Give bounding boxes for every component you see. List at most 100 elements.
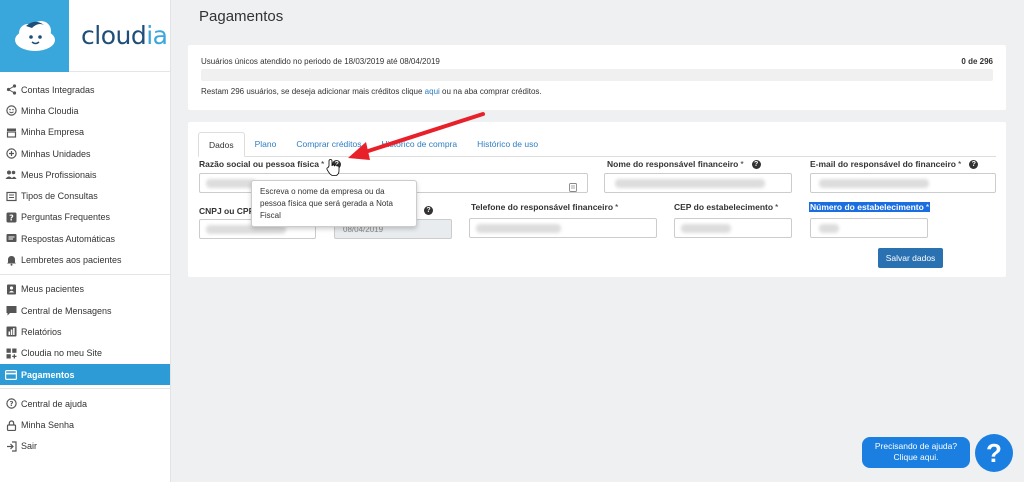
telefone-responsavel-input[interactable] <box>469 218 657 238</box>
sidebar-item-label: Central de ajuda <box>21 398 88 409</box>
sidebar: cloudia Contas Integradas Minha Cloudia … <box>0 0 171 482</box>
lock-icon <box>5 419 17 431</box>
razao-social-label: Razão social ou pessoa física * ? <box>199 159 342 169</box>
sidebar-item-minha-senha[interactable]: Minha Senha <box>0 414 170 435</box>
numero-estabelecimento-input[interactable] <box>810 218 928 238</box>
sidebar-item-minhas-unidades[interactable]: Minhas Unidades <box>0 143 170 164</box>
redacted-value <box>681 224 731 233</box>
redacted-value <box>206 179 256 188</box>
help-question-icon[interactable]: ? <box>424 206 433 215</box>
sidebar-item-label: Perguntas Frequentes <box>21 212 111 223</box>
sidebar-item-contas-integradas[interactable]: Contas Integradas <box>0 79 170 100</box>
brand-logo[interactable]: cloudia <box>0 0 170 72</box>
required-mark: * <box>957 159 962 169</box>
save-button[interactable]: Salvar dados <box>878 248 943 268</box>
email-responsavel-input[interactable] <box>810 173 996 193</box>
required-mark: * <box>925 202 930 212</box>
sidebar-item-meus-profissionais[interactable]: Meus Profissionais <box>0 164 170 185</box>
sidebar-item-minha-cloudia[interactable]: Minha Cloudia <box>0 100 170 121</box>
sidebar-item-label: Tipos de Consultas <box>21 191 98 202</box>
sidebar-item-pagamentos[interactable]: Pagamentos <box>0 363 170 386</box>
redacted-value <box>615 179 765 188</box>
tab-plano[interactable]: Plano <box>245 132 287 157</box>
help-bubble-line1: Precisando de ajuda? <box>874 441 958 451</box>
sidebar-item-label: Respostas Automáticas <box>21 233 116 244</box>
sidebar-item-label: Minha Senha <box>21 420 75 431</box>
redacted-value <box>476 224 561 233</box>
razao-social-tooltip: Escreva o nome da empresa ou da pessoa f… <box>251 180 417 227</box>
usage-period-text: Usuários únicos atendido no periodo de 1… <box>201 57 440 66</box>
tab-dados[interactable]: Dados <box>198 132 245 157</box>
store-icon <box>5 126 17 138</box>
grid-plus-icon <box>5 347 17 359</box>
sidebar-item-meus-pacientes[interactable]: Meus pacientes <box>0 279 170 300</box>
help-question-button[interactable]: ? <box>975 434 1013 472</box>
redacted-value <box>819 179 929 188</box>
contact-icon <box>5 283 17 295</box>
email-responsavel-label: E-mail do responsável do financeiro * ? <box>810 159 979 169</box>
sidebar-item-label: Minha Cloudia <box>21 105 79 116</box>
nav-group-operations: Meus pacientes Central de Mensagens Rela… <box>0 275 170 390</box>
brand-name: cloudia <box>81 21 168 50</box>
smiley-icon <box>5 105 17 117</box>
remaining-credits-text: Restam 296 usuários, se deseja adicionar… <box>201 87 542 96</box>
sidebar-item-respostas-automaticas[interactable]: Respostas Automáticas <box>0 228 170 249</box>
question-square-icon: ? <box>5 211 17 223</box>
sidebar-item-label: Contas Integradas <box>21 84 95 95</box>
numero-label-text: Número do estabelecimento <box>810 202 924 212</box>
sidebar-item-label: Relatórios <box>21 326 62 337</box>
sidebar-item-central-de-ajuda[interactable]: ? Central de ajuda <box>0 393 170 414</box>
help-question-icon[interactable]: ? <box>969 159 979 169</box>
required-mark: * <box>321 159 325 169</box>
sidebar-item-label: Meus Profissionais <box>21 169 97 180</box>
required-mark: * <box>615 202 619 212</box>
sidebar-item-perguntas-frequentes[interactable]: ? Perguntas Frequentes <box>0 207 170 228</box>
date-field-help: ? <box>416 206 433 215</box>
required-mark: * <box>740 159 744 169</box>
tab-bar: Dados Plano Comprar créditos Histórico d… <box>198 132 996 157</box>
remaining-text-after: ou na aba comprar créditos. <box>439 87 542 96</box>
plus-circle-icon <box>5 148 17 160</box>
usage-count: 0 de 296 <box>961 57 993 66</box>
nome-responsavel-label-text: Nome do responsável financeiro <box>607 159 739 169</box>
telefone-label-text: Telefone do responsável financeiro <box>471 202 614 212</box>
help-chat-bubble[interactable]: Precisando de ajuda? Clique aqui. <box>862 437 970 468</box>
sidebar-item-label: Central de Mensagens <box>21 305 112 316</box>
help-question-icon[interactable]: ? <box>751 159 761 169</box>
sidebar-item-label: Lembretes aos pacientes <box>21 255 122 266</box>
share-icon <box>5 84 17 96</box>
sidebar-item-central-de-mensagens[interactable]: Central de Mensagens <box>0 300 170 321</box>
nome-responsavel-input[interactable] <box>604 173 792 193</box>
sidebar-item-minha-empresa[interactable]: Minha Empresa <box>0 122 170 143</box>
tab-historico-de-compra[interactable]: Histórico de compra <box>372 132 468 157</box>
sidebar-item-label: Minhas Unidades <box>21 148 91 159</box>
remaining-text-before: Restam 296 usuários, se deseja adicionar… <box>201 87 425 96</box>
sidebar-item-label: Sair <box>21 441 38 452</box>
sidebar-item-sair[interactable]: Sair <box>0 436 170 457</box>
sidebar-item-relatorios[interactable]: Relatórios <box>0 321 170 342</box>
help-circle-icon: ? <box>5 398 17 410</box>
svg-text:?: ? <box>9 400 13 408</box>
sidebar-item-tipos-de-consultas[interactable]: Tipos de Consultas <box>0 185 170 206</box>
help-bubble-line2: Clique aqui. <box>893 452 939 462</box>
chart-icon <box>5 326 17 338</box>
sidebar-item-label: Pagamentos <box>21 369 75 380</box>
telefone-responsavel-label: Telefone do responsável financeiro * <box>471 202 618 212</box>
cnpj-cpf-label-text: CNPJ ou CPF <box>199 206 254 216</box>
sidebar-item-lembretes[interactable]: Lembretes aos pacientes <box>0 249 170 270</box>
credit-card-icon <box>5 369 17 381</box>
required-mark: * <box>775 202 779 212</box>
sidebar-item-label: Minha Empresa <box>21 127 85 138</box>
nav-group-settings: Contas Integradas Minha Cloudia Minha Em… <box>0 72 170 275</box>
usage-progress-bar <box>201 69 993 81</box>
cep-input[interactable] <box>674 218 792 238</box>
list-icon <box>5 190 17 202</box>
nome-responsavel-label: Nome do responsável financeiro * ? <box>607 159 761 169</box>
autofill-contact-icon[interactable] <box>569 179 577 197</box>
sidebar-item-cloudia-no-site[interactable]: Cloudia no meu Site <box>0 343 170 364</box>
tab-comprar-creditos[interactable]: Comprar créditos <box>286 132 371 157</box>
buy-credits-link[interactable]: aqui <box>425 87 440 96</box>
help-question-icon[interactable]: ? <box>332 159 342 169</box>
razao-social-label-text: Razão social ou pessoa física <box>199 159 319 169</box>
tab-historico-de-uso[interactable]: Histórico de uso <box>467 132 548 157</box>
